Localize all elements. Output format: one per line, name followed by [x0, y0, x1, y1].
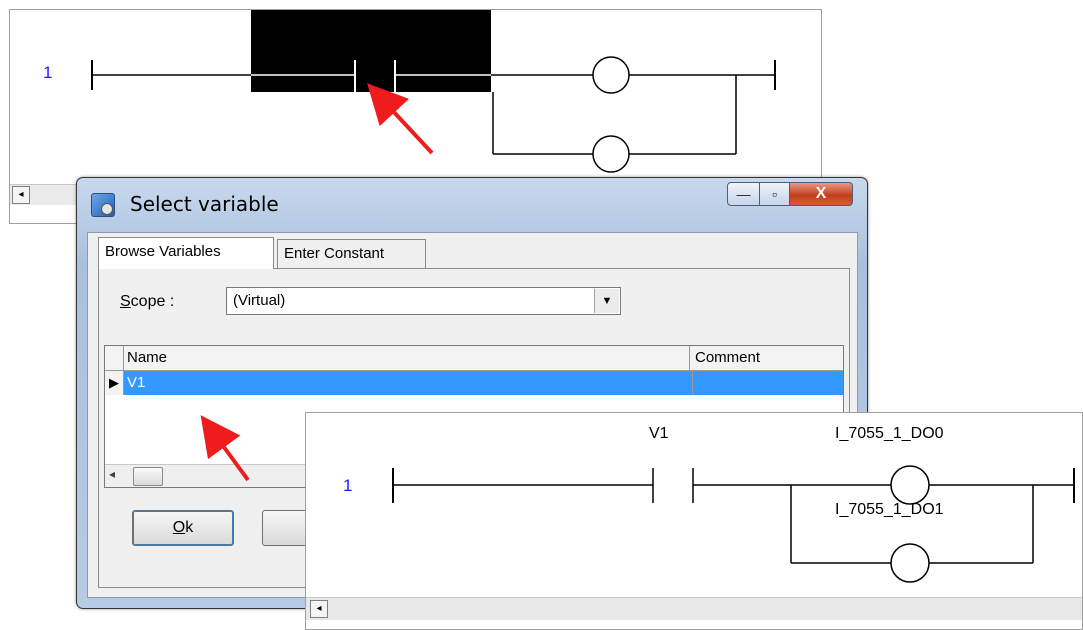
scope-dropdown[interactable]: (Virtual) ▼ — [226, 287, 621, 315]
coil-2 — [592, 135, 630, 173]
grid-header: Name Comment — [105, 346, 843, 371]
maximize-button[interactable]: ▫ — [760, 182, 790, 206]
dialog-title: Select variable — [130, 192, 279, 216]
scroll-left-button[interactable]: ◂ — [310, 600, 328, 618]
close-button[interactable]: X — [790, 182, 853, 206]
selected-contact-highlight — [251, 10, 491, 92]
ok-button[interactable]: Ok — [132, 510, 234, 546]
column-header-name[interactable]: Name — [125, 346, 690, 370]
tab-enter-constant[interactable]: Enter Constant — [277, 239, 426, 269]
row-indicator-icon: ▶ — [105, 371, 124, 395]
table-row[interactable]: ▶ V1 — [105, 371, 843, 395]
minimize-button[interactable]: — — [727, 182, 760, 206]
coil-1 — [592, 56, 630, 94]
rung-number: 1 — [343, 476, 353, 495]
coil-1-label: I_7055_1_DO0 — [835, 425, 944, 442]
contact-variable-label: V1 — [649, 425, 669, 442]
scope-value: (Virtual) — [233, 292, 286, 309]
column-header-comment[interactable]: Comment — [692, 346, 842, 370]
tab-browse-variables[interactable]: Browse Variables — [98, 237, 274, 269]
bottom-ladder-editor[interactable]: 1 V1 I_7055_1_DO0 I_7055_1_DO1 ◂ — [305, 412, 1083, 630]
chevron-down-icon[interactable]: ▼ — [594, 289, 619, 313]
scroll-left-button[interactable]: ◂ — [12, 186, 30, 204]
rung-number: 1 — [43, 63, 53, 82]
scope-label: Scope : — [120, 293, 175, 310]
coil-2-label: I_7055_1_DO1 — [835, 501, 944, 518]
cell-name[interactable]: V1 — [127, 371, 145, 395]
scroll-left-icon[interactable]: ◂ — [109, 467, 115, 481]
coil-2 — [890, 543, 930, 583]
scroll-thumb[interactable] — [133, 467, 163, 486]
horizontal-scrollbar[interactable]: ◂ — [306, 597, 1082, 620]
coil-1 — [890, 465, 930, 505]
window-controls: — ▫ X — [727, 182, 853, 208]
app-icon — [91, 193, 115, 217]
